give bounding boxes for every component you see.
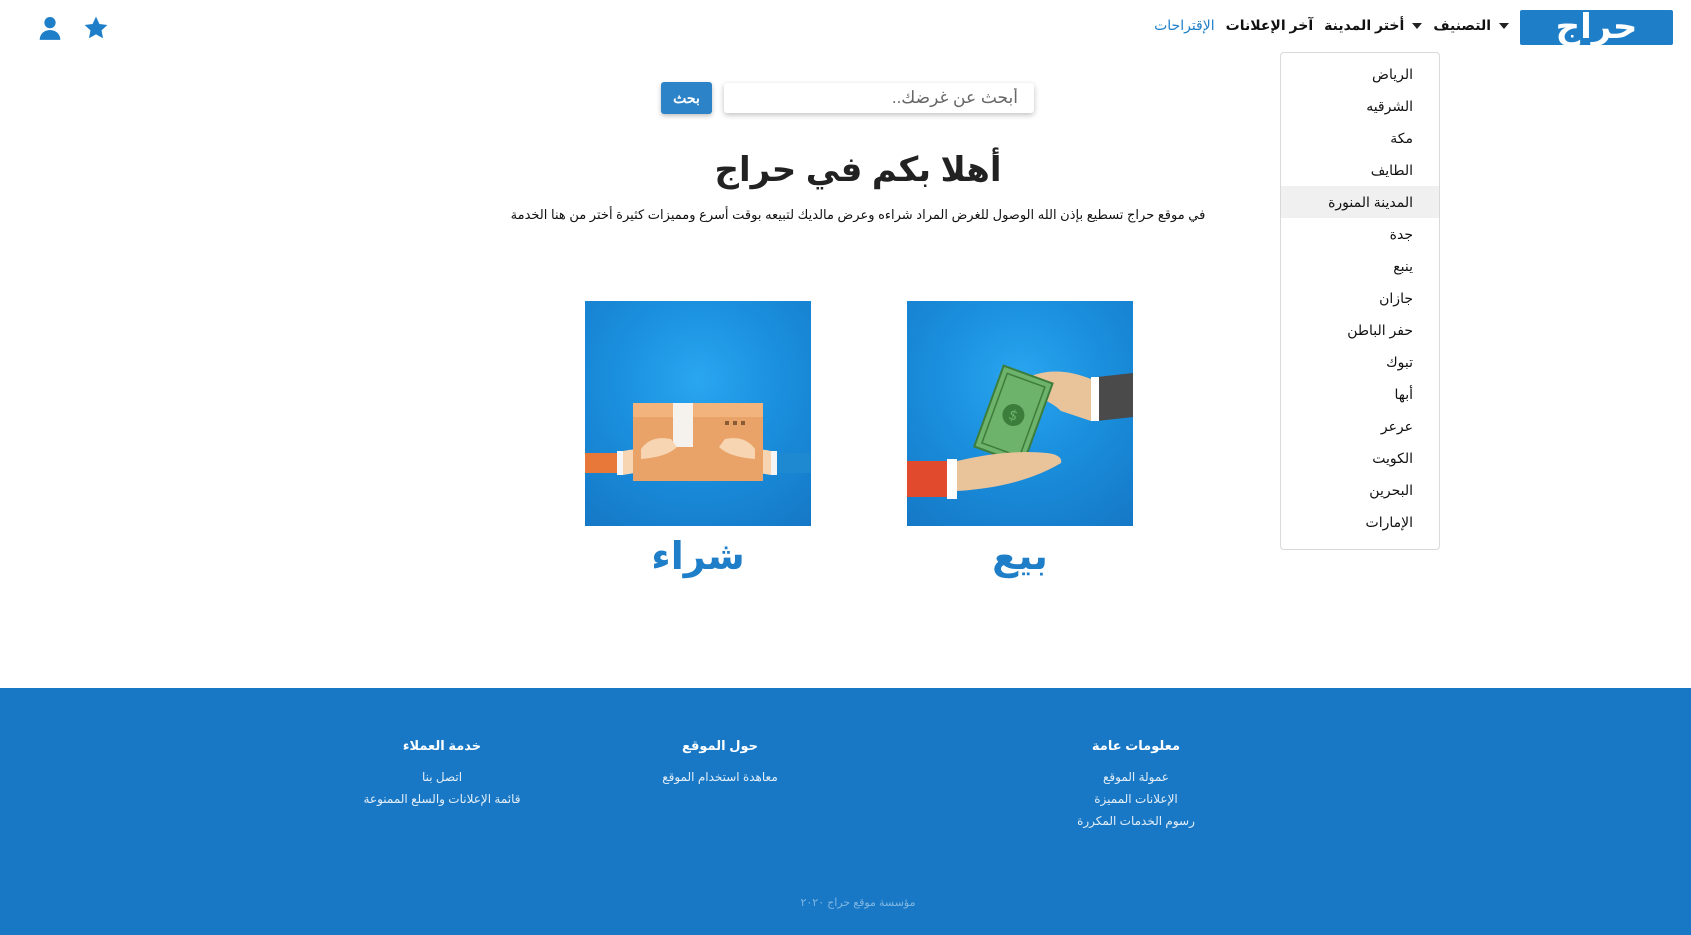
city-option[interactable]: الكويت xyxy=(1281,442,1439,474)
city-option[interactable]: حفر الباطن xyxy=(1281,314,1439,346)
buy-card-image xyxy=(585,301,811,526)
city-option[interactable]: جازان xyxy=(1281,282,1439,314)
page-description: في موقع حراج تسطيع بإذن الله الوصول للغر… xyxy=(510,207,1206,222)
city-option[interactable]: ينبع xyxy=(1281,250,1439,282)
page-title: أهلا بكم في حراج xyxy=(714,151,1002,189)
city-dropdown-menu: الرياض الشرقيه مكة الطايف المدينة المنور… xyxy=(1280,52,1440,550)
city-option[interactable]: الإمارات xyxy=(1281,506,1439,538)
nav-suggestions-label: الإقتراحات xyxy=(1154,17,1215,33)
search-input[interactable] xyxy=(724,83,1034,113)
money-handover-icon: $ xyxy=(907,364,1133,499)
city-option[interactable]: الشرقيه xyxy=(1281,90,1439,122)
footer-link[interactable]: قائمة الإعلانات والسلع الممنوعة xyxy=(292,788,592,810)
search-button[interactable]: بحث xyxy=(661,82,712,114)
star-icon[interactable] xyxy=(83,15,109,41)
footer-link[interactable]: الإعلانات المميزة xyxy=(986,788,1286,810)
nav-city-label: أختر المدينة xyxy=(1324,17,1405,33)
main-nav: التصنيف أختر المدينة آخر الإعلانات الإقت… xyxy=(1154,17,1509,34)
city-option[interactable]: عرعر xyxy=(1281,410,1439,442)
city-option[interactable]: الرياض xyxy=(1281,58,1439,90)
city-option[interactable]: البحرين xyxy=(1281,474,1439,506)
sell-card[interactable]: $ بيع xyxy=(907,301,1133,579)
footer-link[interactable]: اتصل بنا xyxy=(292,766,592,788)
nav-latest-ads-label: آخر الإعلانات xyxy=(1225,17,1314,33)
site-footer: معلومات عامة عمولة الموقع الإعلانات المم… xyxy=(0,688,1691,935)
footer-column-about: حول الموقع معاهدة استخدام الموقع xyxy=(570,738,870,788)
sell-card-label: بيع xyxy=(992,536,1048,578)
footer-link[interactable]: عمولة الموقع xyxy=(986,766,1286,788)
buy-card-label: شراء xyxy=(651,536,745,578)
footer-link[interactable]: رسوم الخدمات المكررة xyxy=(986,810,1286,832)
footer-column-general: معلومات عامة عمولة الموقع الإعلانات المم… xyxy=(986,738,1286,832)
footer-copyright: مؤسسة موقع حراج ٢٠٢٠ xyxy=(800,897,916,909)
nav-category-label: التصنيف xyxy=(1433,17,1491,33)
city-option[interactable]: أبها xyxy=(1281,378,1439,410)
site-logo[interactable]: حراج xyxy=(1520,10,1673,45)
footer-heading: حول الموقع xyxy=(681,738,758,753)
buy-card[interactable]: شراء xyxy=(585,301,811,579)
nav-suggestions[interactable]: الإقتراحات xyxy=(1154,17,1215,34)
logo-text: حراج xyxy=(1555,7,1638,47)
chevron-down-icon xyxy=(1499,22,1509,29)
footer-column-support: خدمة العملاء اتصل بنا قائمة الإعلانات وا… xyxy=(292,738,592,810)
user-icon[interactable] xyxy=(37,15,63,41)
chevron-down-icon xyxy=(1412,22,1423,29)
footer-link[interactable]: معاهدة استخدام الموقع xyxy=(570,766,870,788)
city-option[interactable]: تبوك xyxy=(1281,346,1439,378)
sell-card-image: $ xyxy=(907,301,1133,526)
nav-city-dropdown[interactable]: أختر المدينة xyxy=(1324,17,1423,34)
package-handover-icon xyxy=(585,403,811,481)
nav-latest-ads[interactable]: آخر الإعلانات xyxy=(1226,17,1314,34)
footer-heading: خدمة العملاء xyxy=(402,738,482,753)
nav-category-dropdown[interactable]: التصنيف xyxy=(1433,17,1509,34)
footer-heading: معلومات عامة xyxy=(1091,738,1181,753)
